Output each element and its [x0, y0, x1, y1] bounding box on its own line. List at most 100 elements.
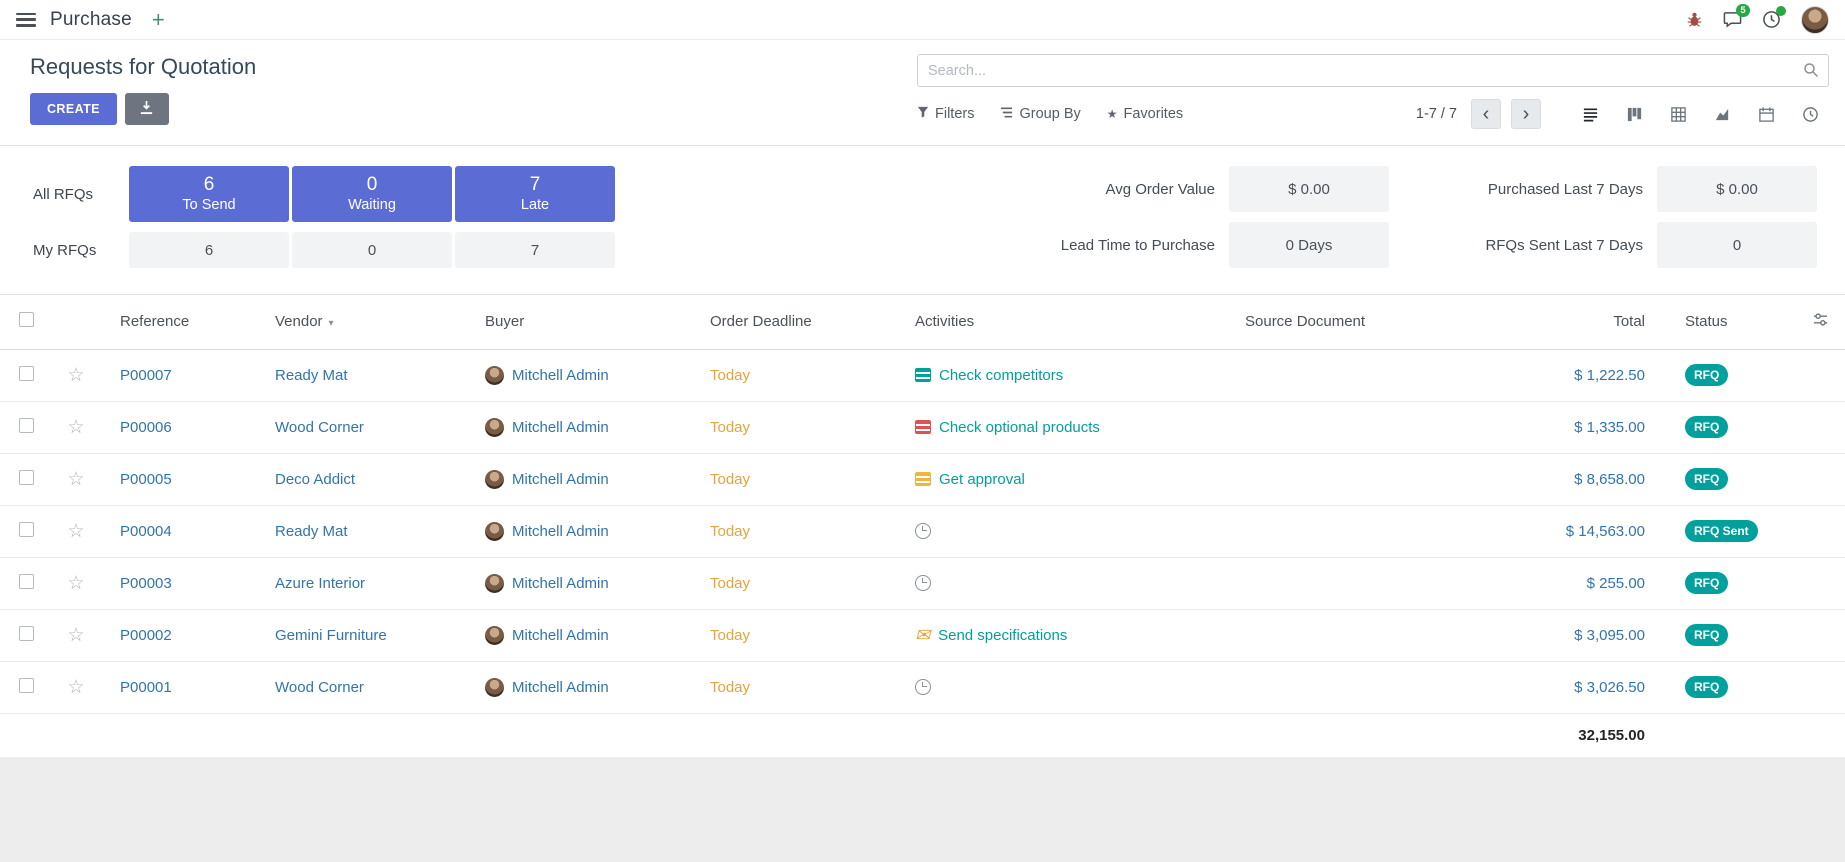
table-row[interactable]: P00001 Wood Corner Mitchell Admin Today …: [0, 661, 1845, 713]
activity-clock-icon[interactable]: [915, 679, 931, 695]
favorite-star-icon[interactable]: [67, 521, 84, 542]
buyer-link[interactable]: Mitchell Admin: [512, 523, 609, 540]
row-checkbox[interactable]: [19, 626, 34, 641]
row-total: $ 8,658.00: [1574, 471, 1645, 488]
activity-clock-icon[interactable]: [915, 523, 931, 539]
create-button[interactable]: CREATE: [30, 93, 117, 125]
search-icon[interactable]: [1803, 62, 1819, 83]
column-header-order-deadline[interactable]: Order Deadline: [690, 295, 895, 349]
buyer-link[interactable]: Mitchell Admin: [512, 679, 609, 696]
activity-label[interactable]: Check optional products: [939, 419, 1100, 436]
buyer-link[interactable]: Mitchell Admin: [512, 575, 609, 592]
reference-link[interactable]: P00006: [120, 419, 172, 436]
row-checkbox[interactable]: [19, 678, 34, 693]
select-all-checkbox[interactable]: [19, 312, 34, 327]
row-checkbox[interactable]: [19, 522, 34, 537]
column-header-source-document[interactable]: Source Document: [1225, 295, 1495, 349]
row-checkbox[interactable]: [19, 366, 34, 381]
reference-link[interactable]: P00001: [120, 679, 172, 696]
reference-link[interactable]: P00002: [120, 627, 172, 644]
vendor-link[interactable]: Azure Interior: [275, 575, 365, 592]
table-row[interactable]: P00005 Deco Addict Mitchell Admin Today …: [0, 453, 1845, 505]
reference-link[interactable]: P00003: [120, 575, 172, 592]
favorite-star-icon[interactable]: [67, 677, 84, 698]
row-checkbox[interactable]: [19, 470, 34, 485]
vendor-link[interactable]: Deco Addict: [275, 471, 355, 488]
group-by-button[interactable]: Group By: [1000, 106, 1080, 123]
calendar-view-button[interactable]: [1747, 99, 1785, 129]
table-row[interactable]: P00002 Gemini Furniture Mitchell Admin T…: [0, 609, 1845, 661]
column-header-total[interactable]: Total: [1495, 295, 1665, 349]
activity-clock-icon[interactable]: [915, 575, 931, 591]
app-name[interactable]: Purchase: [50, 9, 132, 31]
kpi-my-late[interactable]: 7: [455, 232, 615, 268]
list-view-button[interactable]: [1571, 99, 1609, 129]
plus-icon[interactable]: [152, 9, 165, 31]
favorites-button[interactable]: Favorites: [1107, 106, 1183, 122]
vendor-link[interactable]: Wood Corner: [275, 679, 364, 696]
kpi-to-send-button[interactable]: 6 To Send: [129, 166, 289, 222]
table-row[interactable]: P00006 Wood Corner Mitchell Admin Today …: [0, 401, 1845, 453]
column-header-activities[interactable]: Activities: [895, 295, 1225, 349]
kanban-view-button[interactable]: [1615, 99, 1653, 129]
activity-view-button[interactable]: [1791, 99, 1829, 129]
vendor-link[interactable]: Gemini Furniture: [275, 627, 387, 644]
column-header-buyer[interactable]: Buyer: [465, 295, 690, 349]
activity-label[interactable]: Check competitors: [939, 367, 1063, 384]
buyer-link[interactable]: Mitchell Admin: [512, 627, 609, 644]
export-button[interactable]: [125, 93, 169, 125]
reference-link[interactable]: P00005: [120, 471, 172, 488]
activity-label[interactable]: Send specifications: [938, 627, 1067, 644]
user-avatar[interactable]: [1801, 6, 1829, 34]
status-badge: RFQ: [1685, 468, 1728, 490]
kpi-my-to-send[interactable]: 6: [129, 232, 289, 268]
kpi-late-button[interactable]: 7 Late: [455, 166, 615, 222]
pager-next-button[interactable]: [1511, 99, 1541, 129]
activity-label[interactable]: Get approval: [939, 471, 1025, 488]
buyer-link[interactable]: Mitchell Admin: [512, 419, 609, 436]
table-row[interactable]: P00007 Ready Mat Mitchell Admin Today Ch…: [0, 349, 1845, 401]
favorite-star-icon[interactable]: [67, 365, 84, 386]
favorite-star-icon[interactable]: [67, 625, 84, 646]
activity-mail-icon[interactable]: [915, 626, 930, 645]
buyer-link[interactable]: Mitchell Admin: [512, 367, 609, 384]
activities-badge-dot: [1776, 6, 1786, 16]
column-header-status[interactable]: Status: [1665, 295, 1795, 349]
debug-bug-icon[interactable]: [1686, 11, 1703, 28]
vendor-link[interactable]: Wood Corner: [275, 419, 364, 436]
optional-columns-button[interactable]: [1795, 295, 1845, 349]
vendor-link[interactable]: Ready Mat: [275, 523, 348, 540]
column-header-vendor[interactable]: Vendor: [255, 295, 465, 349]
kpi-waiting-button[interactable]: 0 Waiting: [292, 166, 452, 222]
graph-view-button[interactable]: [1703, 99, 1741, 129]
star-column-header: [52, 295, 100, 349]
favorite-star-icon[interactable]: [67, 417, 84, 438]
messages-icon[interactable]: 5: [1723, 10, 1742, 29]
activity-type-icon[interactable]: [915, 472, 931, 486]
buyer-link[interactable]: Mitchell Admin: [512, 471, 609, 488]
filters-button[interactable]: Filters: [917, 106, 974, 122]
vendor-link[interactable]: Ready Mat: [275, 367, 348, 384]
reference-link[interactable]: P00004: [120, 523, 172, 540]
funnel-icon: [917, 106, 929, 122]
kpi-my-waiting[interactable]: 0: [292, 232, 452, 268]
search-input[interactable]: [917, 54, 1829, 87]
favorite-star-icon[interactable]: [67, 469, 84, 490]
hamburger-menu-icon[interactable]: [16, 13, 36, 27]
table-row[interactable]: P00004 Ready Mat Mitchell Admin Today $ …: [0, 505, 1845, 557]
row-total: $ 1,335.00: [1574, 419, 1645, 436]
favorite-star-icon[interactable]: [67, 573, 84, 594]
row-checkbox[interactable]: [19, 418, 34, 433]
column-header-reference[interactable]: Reference: [100, 295, 255, 349]
activity-type-icon[interactable]: [915, 420, 931, 434]
source-document-cell: [1225, 661, 1495, 713]
rfq-list: Reference Vendor Buyer Order Deadline Ac…: [0, 294, 1845, 757]
kpi-count: 6: [204, 173, 215, 197]
table-row[interactable]: P00003 Azure Interior Mitchell Admin Tod…: [0, 557, 1845, 609]
activities-clock-icon[interactable]: [1762, 10, 1781, 29]
pivot-view-button[interactable]: [1659, 99, 1697, 129]
pager-previous-button[interactable]: [1471, 99, 1501, 129]
reference-link[interactable]: P00007: [120, 367, 172, 384]
activity-type-icon[interactable]: [915, 368, 931, 382]
row-checkbox[interactable]: [19, 574, 34, 589]
